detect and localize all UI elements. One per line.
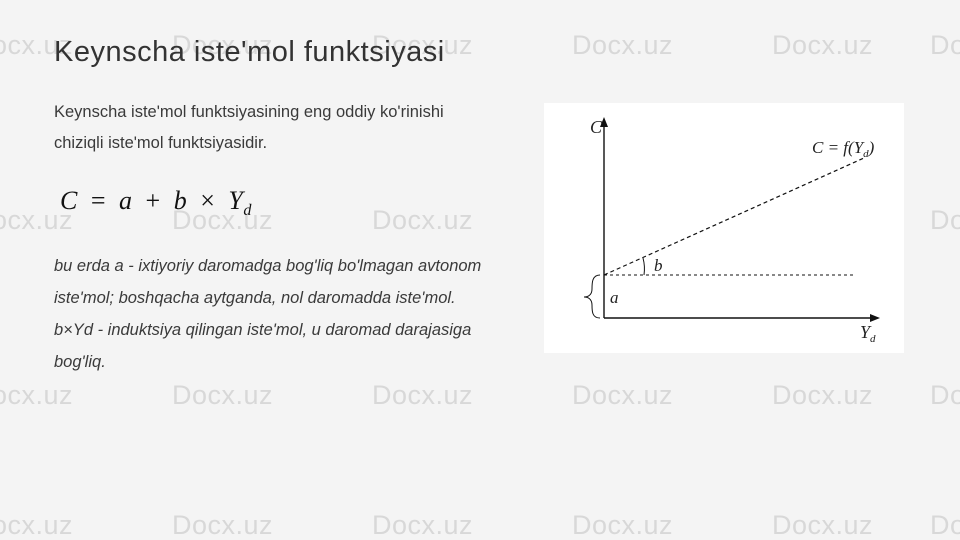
a-label: a [610, 288, 619, 307]
description-text: bu erda a - ixtiyoriy daromadga bog'liq … [54, 250, 484, 379]
left-column: Keynscha iste'mol funktsiyasining eng od… [54, 97, 484, 379]
b-label: b [654, 256, 663, 275]
x-axis-label: Yd [860, 322, 876, 345]
plus-sign: + [146, 186, 161, 215]
equals-sign: = [91, 186, 106, 215]
page-title: Keynscha iste'mol funktsiyasi [54, 36, 906, 69]
formula-sub: d [243, 202, 252, 219]
chart-legend: C = f(Yd) [812, 138, 875, 160]
a-brace [584, 275, 600, 318]
formula-a: a [119, 186, 133, 215]
consumption-chart: C Yd C = f(Yd) b a [544, 103, 904, 353]
chart-svg: C Yd C = f(Yd) b a [544, 103, 904, 353]
formula-Y: Y [228, 186, 243, 215]
consumption-line [604, 158, 864, 275]
y-axis-label: C [590, 117, 603, 137]
formula-b: b [174, 186, 188, 215]
times-sign: × [200, 186, 215, 215]
intro-text: Keynscha iste'mol funktsiyasining eng od… [54, 97, 484, 160]
right-column: C Yd C = f(Yd) b a [524, 97, 906, 353]
formula-lhs: C [60, 186, 78, 215]
content-columns: Keynscha iste'mol funktsiyasining eng od… [54, 97, 906, 379]
slope-arc [643, 258, 644, 275]
slide: Keynscha iste'mol funktsiyasi Keynscha i… [0, 0, 960, 540]
x-axis-arrow-icon [870, 314, 880, 322]
formula: C = a + b × Yd [60, 186, 484, 220]
